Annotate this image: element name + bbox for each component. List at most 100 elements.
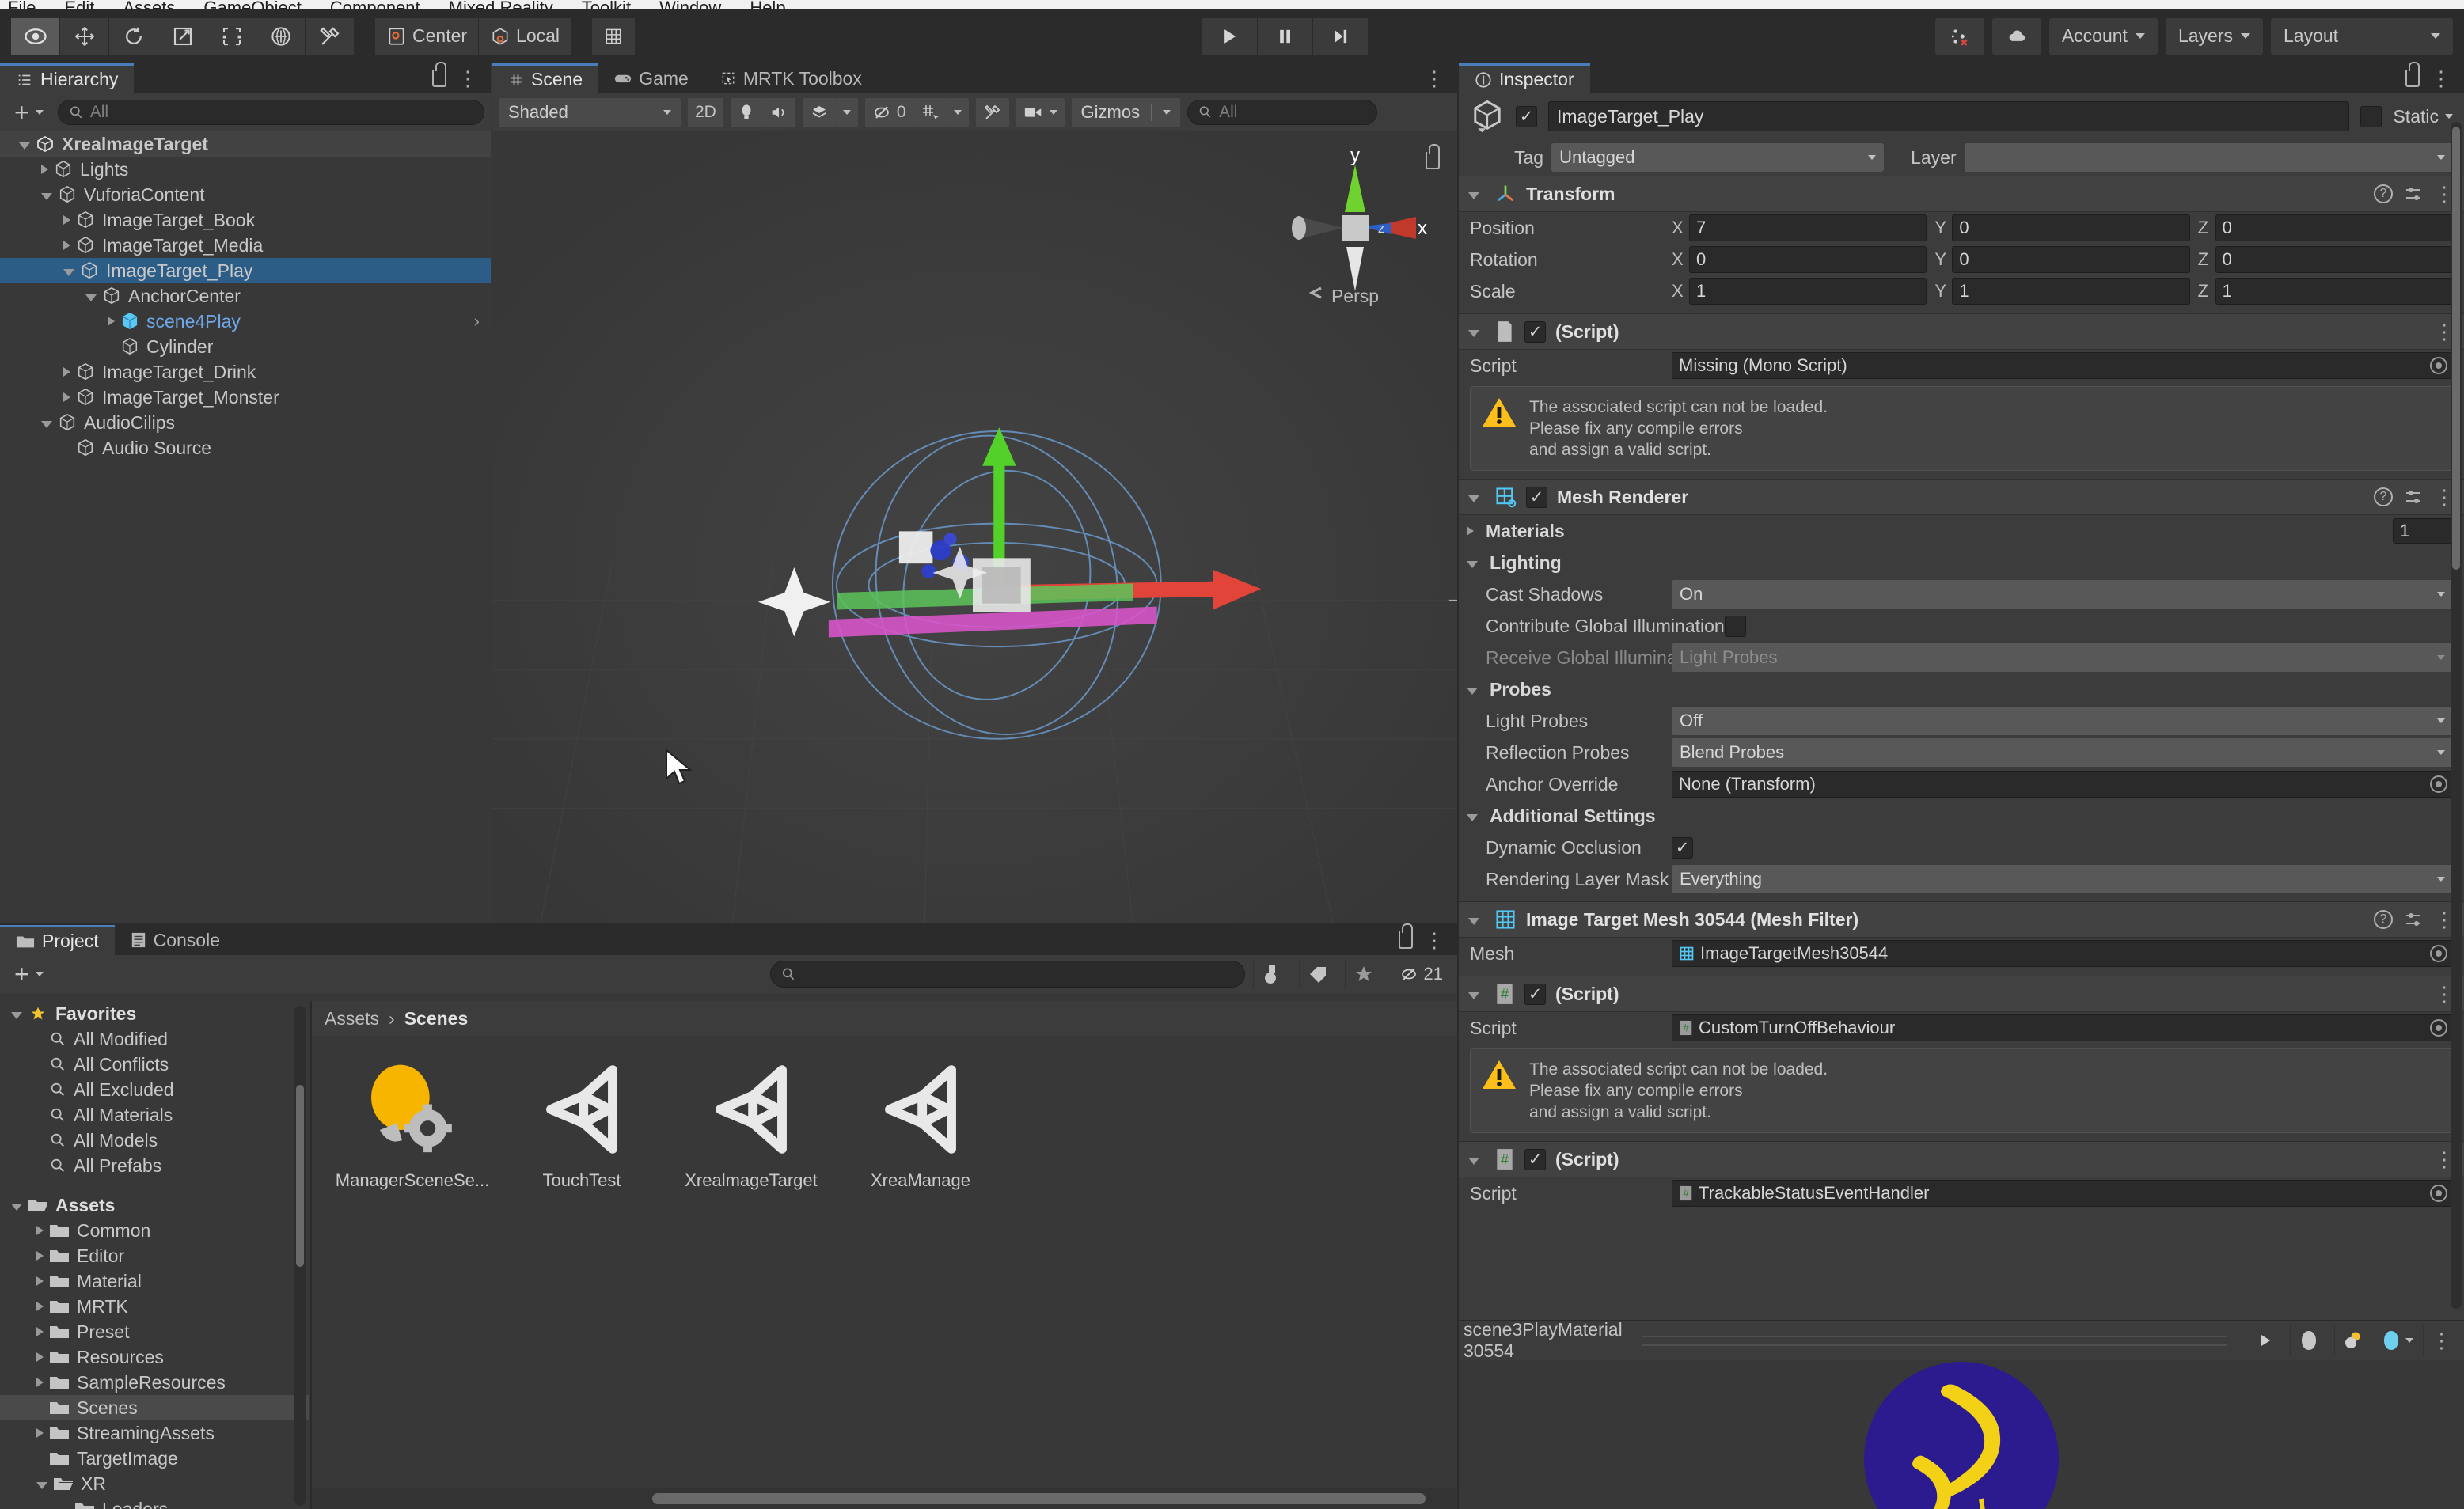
handle-space-button[interactable]: Local xyxy=(479,18,571,55)
preview-play-button[interactable] xyxy=(2246,1325,2282,1356)
scale-tool-button[interactable] xyxy=(158,18,207,55)
collapse-icon[interactable] xyxy=(1468,918,1479,925)
project-tree-item-favorites[interactable]: Favorites xyxy=(0,1001,309,1026)
rotation-z-field[interactable]: 0 xyxy=(2215,246,2453,273)
scene-grid-dropdown[interactable] xyxy=(947,98,969,127)
play-button[interactable] xyxy=(1202,18,1258,55)
project-tree-item-resources[interactable]: Resources xyxy=(0,1344,309,1370)
menu-item[interactable]: Edit xyxy=(64,0,94,9)
help-icon[interactable]: ? xyxy=(2374,184,2393,203)
menu-item[interactable]: Mixed Reality xyxy=(449,0,553,9)
collapse-icon[interactable] xyxy=(19,142,30,150)
collapse-icon[interactable] xyxy=(63,269,74,276)
gizmos-button[interactable]: Gizmos xyxy=(1072,98,1181,127)
project-tree-scrollbar[interactable] xyxy=(294,1006,306,1506)
expand-icon[interactable] xyxy=(63,367,70,377)
hierarchy-menu-icon[interactable]: ⋮ xyxy=(457,74,478,82)
preset-icon[interactable] xyxy=(2404,911,2423,928)
help-icon[interactable]: ? xyxy=(2374,910,2393,929)
hierarchy-item-imagetarget-drink[interactable]: ImageTarget_Drink xyxy=(0,359,491,385)
hierarchy-item-anchorcenter[interactable]: AnchorCenter xyxy=(0,283,491,309)
static-dropdown[interactable]: Static xyxy=(2393,106,2453,127)
lighting-foldout[interactable]: Lighting xyxy=(1459,547,2464,578)
collapse-icon[interactable] xyxy=(1467,814,1478,821)
cast-shadows-dropdown[interactable]: On xyxy=(1672,580,2453,609)
collapse-icon[interactable] xyxy=(1468,992,1479,999)
menu-item[interactable]: File xyxy=(8,0,36,9)
object-picker-icon[interactable] xyxy=(2430,357,2447,374)
collapse-icon[interactable] xyxy=(1467,688,1478,695)
scale-z-field[interactable]: 1 xyxy=(2215,278,2453,305)
breadcrumb[interactable]: Assets › Scenes xyxy=(312,1001,1457,1036)
hierarchy-item-scene4play[interactable]: scene4Play› xyxy=(0,309,491,334)
expand-icon[interactable] xyxy=(1467,526,1474,536)
hierarchy-tree[interactable]: XrealmageTargetLightsVuforiaContentImage… xyxy=(0,131,491,923)
expand-icon[interactable] xyxy=(36,1327,44,1336)
light-probes-dropdown[interactable]: Off xyxy=(1672,707,2453,735)
reflection-probes-dropdown[interactable]: Blend Probes xyxy=(1672,738,2453,767)
asset-grid[interactable]: ManagerSceneSe...TouchTestXrealmageTarge… xyxy=(312,1036,1457,1213)
object-name-field[interactable]: ImageTarget_Play xyxy=(1548,101,2349,131)
move-tool-button[interactable] xyxy=(60,18,109,55)
hidden-assets-button[interactable]: 21 xyxy=(1391,959,1451,989)
expand-icon[interactable] xyxy=(108,317,115,326)
cloud-button[interactable] xyxy=(1992,18,2041,55)
menu-item[interactable]: Toolkit xyxy=(582,0,631,9)
project-tree-item-sampleresources[interactable]: SampleResources xyxy=(0,1370,309,1395)
preview-skybox-button[interactable] xyxy=(2379,1325,2415,1356)
scene-view-gizmo[interactable]: y x z Persp xyxy=(1280,150,1430,309)
scale-x-field[interactable]: 1 xyxy=(1689,278,1927,305)
rotate-tool-button[interactable] xyxy=(109,18,158,55)
component-enabled-checkbox[interactable]: ✓ xyxy=(1524,321,1546,343)
project-tree-item-all-materials[interactable]: All Materials xyxy=(0,1102,309,1128)
tab-inspector[interactable]: Inspector xyxy=(1459,63,1590,93)
add-gameobject-button[interactable]: + xyxy=(6,101,51,123)
collapse-icon[interactable] xyxy=(1468,1158,1479,1165)
hierarchy-item-imagetarget-media[interactable]: ImageTarget_Media xyxy=(0,233,491,258)
project-folder-tree[interactable]: FavoritesAll ModifiedAll ConflictsAll Ex… xyxy=(0,1001,309,1509)
menu-bar[interactable]: File Edit Assets GameObject Component Mi… xyxy=(0,0,2464,9)
menu-item[interactable]: GameObject xyxy=(203,0,302,9)
inspector-scrollbar[interactable] xyxy=(2451,122,2462,1309)
scene-camera-button[interactable] xyxy=(1016,98,1065,127)
collab-button[interactable] xyxy=(1935,18,1984,55)
object-picker-icon[interactable] xyxy=(2430,1019,2447,1037)
pivot-mode-button[interactable]: Center xyxy=(375,18,479,55)
step-button[interactable] xyxy=(1313,18,1369,55)
prefab-open-icon[interactable]: › xyxy=(474,311,480,332)
project-tree-item-targetimage[interactable]: TargetImage xyxy=(0,1446,309,1471)
hierarchy-item-imagetarget-book[interactable]: ImageTarget_Book xyxy=(0,207,491,233)
filter-by-type-button[interactable] xyxy=(1253,959,1291,989)
expand-icon[interactable] xyxy=(36,1378,44,1387)
help-icon[interactable]: ? xyxy=(2374,487,2393,506)
preview-menu-icon[interactable]: ⋮ xyxy=(2432,1336,2452,1344)
scene-fx-dropdown[interactable] xyxy=(836,98,858,127)
hierarchy-item-lights[interactable]: Lights xyxy=(0,157,491,182)
lock-icon[interactable] xyxy=(1399,931,1413,949)
scene-audio-button[interactable] xyxy=(762,98,795,127)
project-tree-item-editor[interactable]: Editor xyxy=(0,1243,309,1268)
collapse-icon[interactable] xyxy=(85,294,97,301)
component-header-script-custom[interactable]: # ✓ (Script) ⋮ xyxy=(1459,976,2464,1012)
breadcrumb-assets[interactable]: Assets xyxy=(325,1008,379,1029)
hierarchy-item-xrealmagetarget[interactable]: XrealmageTarget xyxy=(0,131,491,157)
asset-browser-hscrollbar[interactable] xyxy=(312,1488,1457,1509)
hierarchy-search-input[interactable]: All xyxy=(58,100,484,125)
component-header-script-trackable[interactable]: # ✓ (Script) ⋮ xyxy=(1459,1141,2464,1177)
collapse-icon[interactable] xyxy=(1468,192,1479,199)
dynamic-occlusion-checkbox[interactable]: ✓ xyxy=(1672,837,1693,859)
component-header-transform[interactable]: Transform ? ⋮ xyxy=(1459,176,2464,212)
project-tree-item-all-excluded[interactable]: All Excluded xyxy=(0,1077,309,1102)
project-tree-item-all-conflicts[interactable]: All Conflicts xyxy=(0,1052,309,1077)
component-header-mesh-renderer[interactable]: ✓ Mesh Renderer ? ⋮ xyxy=(1459,479,2464,515)
project-tree-item-assets[interactable]: Assets xyxy=(0,1192,309,1218)
menu-item[interactable]: Window xyxy=(659,0,721,9)
materials-count[interactable]: 1 xyxy=(2393,518,2456,544)
object-picker-icon[interactable] xyxy=(2430,775,2447,793)
asset-item[interactable]: TouchTest xyxy=(497,1058,666,1191)
project-search-input[interactable] xyxy=(770,961,1245,988)
filter-favorites-button[interactable] xyxy=(1345,959,1383,989)
mesh-object-field[interactable]: ImageTargetMesh30544 xyxy=(1672,940,2453,967)
asset-item[interactable]: ManagerSceneSe... xyxy=(328,1058,497,1191)
toggle-2d-button[interactable]: 2D xyxy=(688,98,723,127)
